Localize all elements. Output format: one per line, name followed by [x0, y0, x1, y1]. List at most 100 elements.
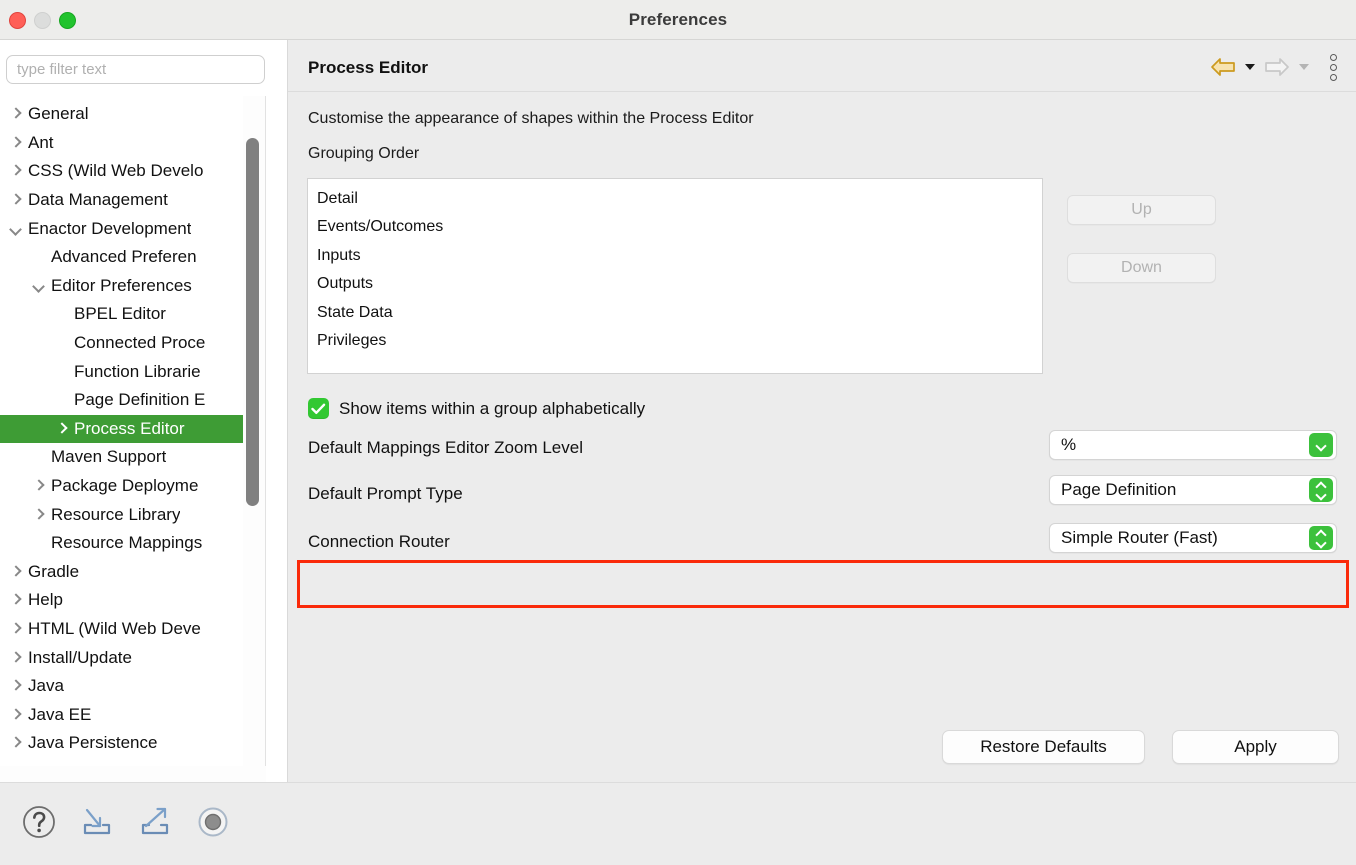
sidebar-item-java-ee[interactable]: Java EE	[0, 700, 265, 729]
default-zoom-level-label: Default Mappings Editor Zoom Level	[308, 438, 583, 457]
chevron-down-icon[interactable]	[8, 221, 24, 237]
sidebar-item-label: General	[28, 104, 89, 124]
chevron-right-icon[interactable]	[8, 106, 24, 122]
default-zoom-level-dropdown-icon[interactable]	[1309, 433, 1333, 457]
sidebar-item-data-management[interactable]: Data Management	[0, 186, 265, 215]
filter-field-wrapper	[6, 55, 265, 84]
chevron-right-icon[interactable]	[8, 564, 24, 580]
sidebar-item-editor-preferences[interactable]: Editor Preferences	[0, 272, 265, 301]
chevron-right-icon[interactable]	[8, 678, 24, 694]
sidebar-item-label: Resource Library	[51, 504, 181, 524]
sidebar-item-maven-support[interactable]: Maven Support	[0, 443, 265, 472]
sidebar-item-css-wild-web-develo[interactable]: CSS (Wild Web Develo	[0, 157, 265, 186]
default-zoom-level-combobox[interactable]: %	[1049, 430, 1337, 460]
sidebar-item-java[interactable]: Java	[0, 672, 265, 701]
show-items-alphabetically-checkbox[interactable]	[308, 398, 329, 419]
chevron-right-icon[interactable]	[8, 192, 24, 208]
chevron-right-icon[interactable]	[54, 421, 70, 437]
chevron-right-icon[interactable]	[31, 507, 47, 523]
chevron-right-icon[interactable]	[8, 592, 24, 608]
sidebar-item-package-deployme[interactable]: Package Deployme	[0, 472, 265, 501]
sidebar-item-resource-library[interactable]: Resource Library	[0, 500, 265, 529]
sidebar-vertical-scrollbar-thumb[interactable]	[246, 138, 259, 506]
show-items-alphabetically-row[interactable]: Show items within a group alphabetically	[308, 398, 645, 419]
preferences-window: Preferences General Ant CSS (Wild Web Deve…	[0, 0, 1356, 865]
sidebar-item-enactor-development[interactable]: Enactor Development	[0, 214, 265, 243]
chevron-right-icon[interactable]	[8, 621, 24, 637]
sidebar-item-label: Java	[28, 676, 64, 696]
chevron-right-icon[interactable]	[8, 135, 24, 151]
show-items-alphabetically-label: Show items within a group alphabetically	[339, 398, 646, 418]
window-title: Preferences	[628, 9, 728, 29]
grouping-order-listbox[interactable]: Detail Events/Outcomes Inputs Outputs State …	[307, 178, 1043, 374]
zoom-button[interactable]	[59, 12, 76, 29]
sidebar-item-connected-proce[interactable]: Connected Proce	[0, 329, 265, 358]
sidebar-item-function-librarie[interactable]: Function Librarie	[0, 357, 265, 386]
move-down-button[interactable]: Down	[1067, 253, 1216, 283]
sidebar-item-label: Enactor Development	[28, 218, 192, 238]
sidebar-item-install-update[interactable]: Install/Update	[0, 643, 265, 672]
list-item[interactable]: State Data	[308, 299, 1042, 327]
close-button[interactable]	[9, 12, 26, 29]
list-item[interactable]: Events/Outcomes	[308, 213, 1042, 241]
help-icon[interactable]	[20, 803, 58, 841]
chevron-right-icon[interactable]	[8, 707, 24, 723]
sidebar-item-label: Resource Mappings	[51, 533, 203, 553]
record-icon[interactable]	[194, 803, 232, 841]
main-panel-header: Process Editor	[288, 40, 1356, 92]
preferences-sidebar: General Ant CSS (Wild Web Develo Data Manag…	[0, 40, 287, 805]
sidebar-item-page-definition-e[interactable]: Page Definition E	[0, 386, 265, 415]
chevron-right-icon[interactable]	[31, 478, 47, 494]
sidebar-item-java-persistence[interactable]: Java Persistence	[0, 729, 265, 758]
connection-router-value: Simple Router (Fast)	[1061, 528, 1218, 547]
sidebar-item-label: Help	[28, 590, 63, 610]
restore-defaults-button[interactable]: Restore Defaults	[942, 730, 1145, 764]
sidebar-item-label: Function Librarie	[74, 361, 201, 381]
list-item[interactable]: Privileges	[308, 327, 1042, 355]
apply-button[interactable]: Apply	[1172, 730, 1339, 764]
sidebar-item-label: BPEL Editor	[74, 304, 166, 324]
chevron-down-icon	[1317, 539, 1325, 547]
list-item[interactable]: Inputs	[308, 242, 1042, 270]
chevron-right-icon[interactable]	[8, 735, 24, 751]
default-prompt-type-stepper-icon[interactable]	[1309, 478, 1333, 502]
import-icon[interactable]	[78, 803, 116, 841]
connection-router-combobox[interactable]: Simple Router (Fast)	[1049, 523, 1337, 553]
preferences-tree[interactable]: General Ant CSS (Wild Web Develo Data Manag…	[0, 96, 266, 790]
sidebar-item-label: HTML (Wild Web Deve	[28, 618, 201, 638]
sidebar-item-resource-mappings[interactable]: Resource Mappings	[0, 529, 265, 558]
chevron-right-icon[interactable]	[8, 650, 24, 666]
forward-history-dropdown-icon	[1296, 53, 1312, 81]
sidebar-item-help[interactable]: Help	[0, 586, 265, 615]
export-icon[interactable]	[136, 803, 174, 841]
sidebar-item-html-wild-web-deve[interactable]: HTML (Wild Web Deve	[0, 615, 265, 644]
minimize-button[interactable]	[34, 12, 51, 29]
sidebar-item-label: Process Editor	[74, 418, 185, 438]
sidebar-item-ant[interactable]: Ant	[0, 129, 265, 158]
connection-router-stepper-icon[interactable]	[1309, 526, 1333, 550]
grouping-order-label: Grouping Order	[308, 145, 420, 162]
default-prompt-type-combobox[interactable]: Page Definition	[1049, 475, 1337, 505]
back-history-dropdown-icon[interactable]	[1242, 53, 1258, 81]
chevron-down-icon[interactable]	[31, 278, 47, 294]
back-arrow-icon[interactable]	[1206, 53, 1240, 81]
kebab-dot-3	[1329, 73, 1337, 81]
list-item[interactable]: Outputs	[308, 270, 1042, 298]
sidebar-item-general[interactable]: General	[0, 100, 265, 129]
sidebar-item-advanced-preferen[interactable]: Advanced Preferen	[0, 243, 265, 272]
sidebar-item-process-editor[interactable]: Process Editor	[0, 414, 243, 444]
chevron-right-icon[interactable]	[8, 163, 24, 179]
sidebar-item-gradle[interactable]: Gradle	[0, 558, 265, 587]
chevron-down-icon	[1317, 491, 1325, 499]
move-up-button[interactable]: Up	[1067, 195, 1216, 225]
list-item[interactable]: Detail	[308, 185, 1042, 213]
sidebar-item-bpel-editor[interactable]: BPEL Editor	[0, 300, 265, 329]
page-title: Process Editor	[308, 58, 428, 77]
dialog-footer: Cancel Apply and Close	[0, 782, 1356, 865]
sidebar-item-label: Connected Proce	[74, 333, 206, 353]
kebab-menu-icon[interactable]	[1320, 52, 1346, 82]
filter-input[interactable]	[6, 55, 265, 84]
